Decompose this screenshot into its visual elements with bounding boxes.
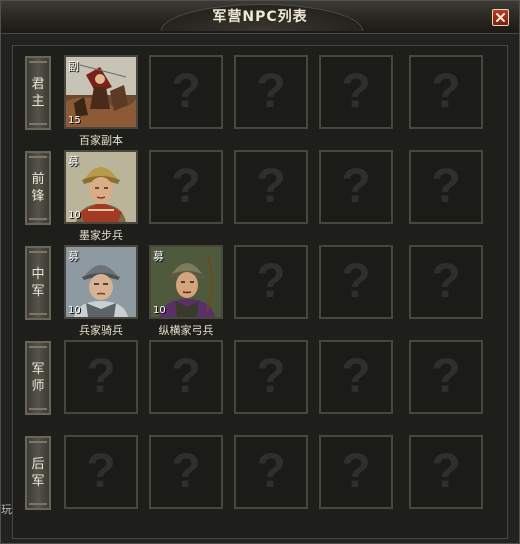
question-mark-icon: ? (171, 350, 201, 403)
row-label-char: 中 (31, 267, 45, 282)
npc-slot[interactable]: 募 10 (149, 245, 223, 319)
empty-slot[interactable]: ? (409, 150, 483, 224)
empty-slot[interactable]: ? (234, 150, 308, 224)
empty-slot[interactable]: ? (409, 435, 483, 509)
row-label: 中军 (25, 246, 51, 320)
empty-slot[interactable]: ? (149, 340, 223, 414)
question-mark-icon: ? (341, 160, 371, 213)
formation-row: 中军兵家骑兵 募 10 纵横家弓兵 募 10??? (13, 245, 509, 337)
formation-row: 君主百家副本 副 15???? (13, 55, 509, 147)
question-mark-icon: ? (431, 160, 461, 213)
empty-slot[interactable]: ? (149, 435, 223, 509)
close-button[interactable] (492, 9, 509, 26)
empty-slot[interactable]: ? (234, 55, 308, 129)
empty-slot[interactable]: ? (409, 55, 483, 129)
question-mark-icon: ? (431, 445, 461, 498)
empty-slot[interactable]: ? (319, 150, 393, 224)
row-label-char: 师 (31, 379, 45, 394)
question-mark-icon: ? (341, 445, 371, 498)
row-label-char: 锋 (31, 189, 45, 204)
close-icon (496, 13, 505, 22)
row-label: 君主 (25, 56, 51, 130)
row-label-char: 军 (31, 474, 45, 489)
question-mark-icon: ? (341, 350, 371, 403)
formation-row: 军师????? (13, 340, 509, 420)
formation-row: 后军????? (13, 435, 509, 515)
npc-level: 10 (153, 305, 166, 316)
empty-slot[interactable]: ? (319, 340, 393, 414)
npc-slot[interactable]: 副 15 (64, 55, 138, 129)
row-label-char: 军 (31, 284, 45, 299)
question-mark-icon: ? (256, 160, 286, 213)
empty-slot[interactable]: ? (64, 435, 138, 509)
question-mark-icon: ? (256, 350, 286, 403)
empty-slot[interactable]: ? (409, 340, 483, 414)
question-mark-icon: ? (86, 445, 116, 498)
npc-badge: 募 (153, 250, 164, 263)
npc-level: 15 (68, 115, 81, 126)
npc-name: 墨家步兵 (79, 229, 123, 242)
npc-badge: 募 (68, 155, 79, 168)
question-mark-icon: ? (341, 65, 371, 118)
question-mark-icon: ? (341, 255, 371, 308)
npc-badge: 募 (68, 250, 79, 263)
question-mark-icon: ? (171, 445, 201, 498)
question-mark-icon: ? (256, 445, 286, 498)
formation-row: 前锋墨家步兵 募 10???? (13, 150, 509, 242)
title-bar: 军营NPC列表 (1, 1, 519, 34)
empty-slot[interactable]: ? (149, 150, 223, 224)
row-label: 后军 (25, 436, 51, 510)
empty-slot[interactable]: ? (234, 340, 308, 414)
npc-list-window: 军营NPC列表 君主百家副本 副 15???? 前锋墨家步兵 募 10???? 中军兵家… (0, 0, 520, 544)
row-label: 军师 (25, 341, 51, 415)
row-label-char: 主 (31, 94, 45, 109)
question-mark-icon: ? (256, 255, 286, 308)
npc-name: 百家副本 (79, 134, 123, 147)
empty-slot[interactable]: ? (64, 340, 138, 414)
row-label-char: 军 (31, 362, 45, 377)
corner-glyph: 玩 (1, 503, 12, 516)
question-mark-icon: ? (171, 160, 201, 213)
barracks-grid: 君主百家副本 副 15???? 前锋墨家步兵 募 10???? 中军兵家骑兵 募 10 纵横… (12, 45, 508, 539)
question-mark-icon: ? (256, 65, 286, 118)
row-label-char: 前 (31, 172, 45, 187)
empty-slot[interactable]: ? (409, 245, 483, 319)
empty-slot[interactable]: ? (319, 245, 393, 319)
npc-name: 纵横家弓兵 (158, 324, 214, 337)
npc-level: 10 (68, 305, 81, 316)
row-label: 前锋 (25, 151, 51, 225)
question-mark-icon: ? (431, 255, 461, 308)
question-mark-icon: ? (171, 65, 201, 118)
row-label-char: 后 (31, 457, 45, 472)
empty-slot[interactable]: ? (234, 245, 308, 319)
window-title: 军营NPC列表 (212, 9, 308, 25)
npc-level: 10 (68, 210, 81, 221)
empty-slot[interactable]: ? (234, 435, 308, 509)
question-mark-icon: ? (86, 350, 116, 403)
question-mark-icon: ? (431, 350, 461, 403)
row-label-char: 君 (31, 77, 45, 92)
question-mark-icon: ? (431, 65, 461, 118)
npc-slot[interactable]: 募 10 (64, 150, 138, 224)
empty-slot[interactable]: ? (319, 435, 393, 509)
empty-slot[interactable]: ? (149, 55, 223, 129)
empty-slot[interactable]: ? (319, 55, 393, 129)
npc-name: 兵家骑兵 (79, 324, 123, 337)
npc-badge: 副 (68, 60, 79, 73)
npc-slot[interactable]: 募 10 (64, 245, 138, 319)
